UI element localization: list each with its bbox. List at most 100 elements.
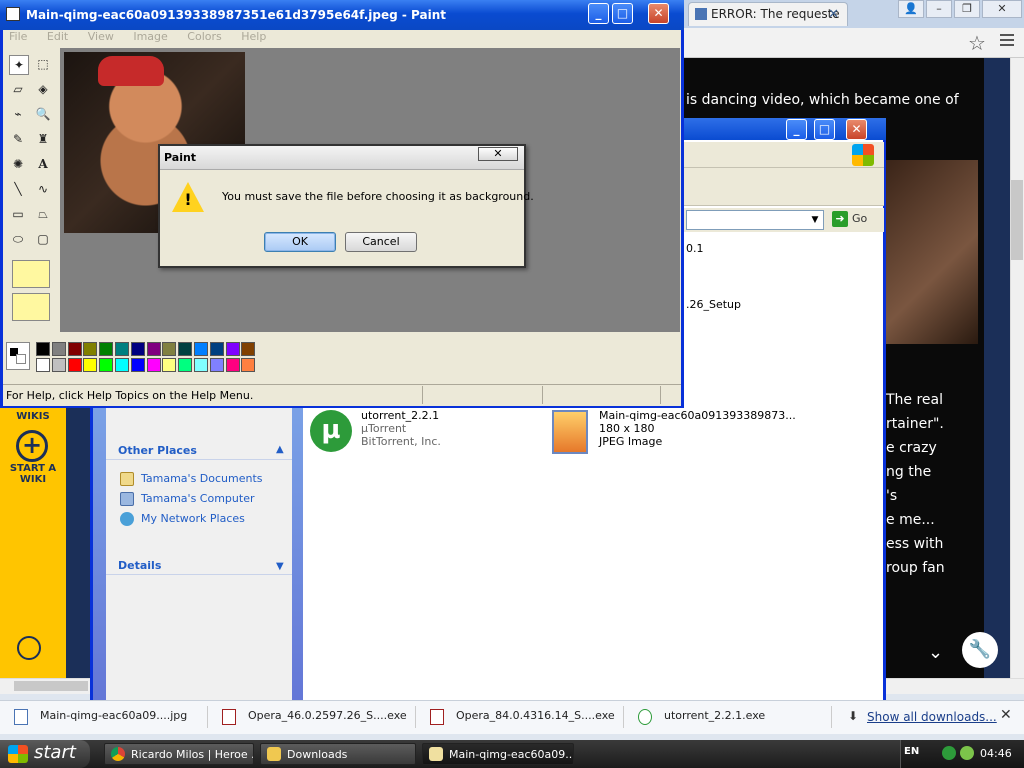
curve-icon[interactable]: ∿ (34, 180, 52, 198)
line-icon[interactable]: ╲ (9, 180, 27, 198)
explorer-maximize-button[interactable]: □ (814, 119, 835, 140)
utorrent-status-icon[interactable] (960, 746, 974, 760)
collapse-icon[interactable]: ▲ (276, 444, 284, 455)
fill-icon[interactable]: ◈ (34, 80, 52, 98)
airbrush-icon[interactable]: ✺ (9, 155, 27, 173)
color-swatch[interactable] (130, 358, 145, 372)
plus-icon[interactable]: + (16, 430, 48, 462)
menu-view[interactable]: View (88, 30, 114, 43)
paint-close-button[interactable]: ✕ (648, 3, 669, 24)
transparent-option-icon[interactable] (12, 293, 50, 321)
color-swatch[interactable] (36, 358, 50, 372)
color-swatch[interactable] (115, 342, 129, 356)
restore-button[interactable]: ❐ (954, 0, 980, 18)
go-button[interactable]: ➜ Go (832, 211, 882, 229)
polygon-icon[interactable]: ⏢ (34, 205, 52, 223)
explorer-minimize-button[interactable]: _ (786, 119, 807, 140)
dialog-close-button[interactable]: ✕ (478, 147, 518, 161)
color-swatch[interactable] (194, 342, 208, 356)
color-swatch[interactable] (209, 358, 224, 372)
start-wiki-label[interactable]: START A WIKI (4, 463, 62, 485)
color-swatch[interactable] (99, 342, 114, 356)
color-swatch[interactable] (83, 342, 98, 356)
brush-icon[interactable]: ♜ (34, 130, 52, 148)
place-link[interactable]: My Network Places (141, 512, 245, 525)
color-swatch[interactable] (162, 342, 177, 356)
menu-image[interactable]: Image (133, 30, 167, 43)
rounded-rect-icon[interactable]: ▢ (34, 230, 52, 248)
page-scrollbar[interactable] (1010, 58, 1024, 678)
color-swatch[interactable] (146, 358, 161, 372)
address-field[interactable] (686, 210, 824, 230)
color-swatch[interactable] (241, 358, 256, 372)
color-swatch[interactable] (67, 358, 82, 372)
place-link[interactable]: Tamama's Computer (141, 492, 255, 505)
explorer-close-button[interactable]: ✕ (846, 119, 867, 140)
rectangle-icon[interactable]: ▭ (9, 205, 27, 223)
color-swatch[interactable] (67, 342, 82, 356)
color-swatch[interactable] (209, 342, 224, 356)
file-name[interactable]: utorrent_2.2.1 (361, 409, 439, 422)
color-swatch[interactable] (51, 358, 66, 372)
color-swatch[interactable] (225, 358, 240, 372)
text-tool-icon[interactable]: A (34, 155, 52, 173)
free-select-icon[interactable]: ✦ (9, 55, 29, 75)
dropdown-arrow-icon[interactable]: ▼ (808, 212, 822, 228)
color-swatch[interactable] (51, 342, 66, 356)
menu-edit[interactable]: Edit (47, 30, 68, 43)
color-swatch[interactable] (194, 358, 208, 372)
close-button[interactable]: ✕ (982, 0, 1022, 18)
color-swatch[interactable] (178, 358, 193, 372)
color-swatch[interactable] (241, 342, 256, 356)
details-heading[interactable]: Details (118, 559, 161, 572)
taskbar-downloads-button[interactable]: Downloads (260, 743, 416, 765)
download-item[interactable]: Opera_84.0.4316.14_S....exe (416, 706, 624, 728)
wikis-label[interactable]: WIKIS (8, 411, 58, 422)
color-swatch[interactable] (162, 358, 177, 372)
color-swatch[interactable] (99, 358, 114, 372)
taskbar-paint-button[interactable]: Main-qimg-eac60a09... (422, 743, 574, 765)
jpeg-file-icon[interactable] (552, 410, 588, 454)
place-link[interactable]: Tamama's Documents (141, 472, 263, 485)
bookmark-star-icon[interactable]: ☆ (968, 31, 986, 55)
taskbar-chrome-button[interactable]: Ricardo Milos | Heroe ... (104, 743, 254, 765)
color-swatch[interactable] (225, 342, 240, 356)
chevron-down-icon[interactable]: ⌄ (928, 642, 943, 663)
color-swatch[interactable] (36, 342, 50, 356)
download-item[interactable]: utorrent_2.2.1.exe (624, 706, 832, 728)
user-icon[interactable] (17, 636, 41, 660)
opaque-option-icon[interactable] (12, 260, 50, 288)
magnifier-icon[interactable]: 🔍 (34, 105, 52, 123)
menu-file[interactable]: File (9, 30, 27, 43)
color-swatch[interactable] (115, 358, 129, 372)
show-all-downloads-link[interactable]: Show all downloads... (867, 710, 997, 724)
color-swatch[interactable] (146, 342, 161, 356)
rect-select-icon[interactable]: ⬚ (34, 55, 52, 73)
download-item[interactable]: Main-qimg-eac60a09....jpg (0, 706, 208, 728)
page-scrollbar-thumb[interactable] (1011, 180, 1023, 260)
ok-button[interactable]: OK (264, 232, 336, 252)
browser-tab[interactable]: ERROR: The requeste ✕ (688, 2, 848, 26)
pencil-icon[interactable]: ✎ (9, 130, 27, 148)
profile-icon[interactable]: 👤 (898, 0, 924, 18)
paint-maximize-button[interactable]: □ (612, 3, 633, 24)
paint-minimize-button[interactable]: _ (588, 3, 609, 24)
menu-icon[interactable] (1000, 34, 1014, 49)
minimize-button[interactable]: – (926, 0, 952, 18)
menu-colors[interactable]: Colors (187, 30, 221, 43)
horizontal-scrollbar-thumb[interactable] (14, 681, 88, 691)
wrench-icon[interactable]: 🔧 (962, 632, 998, 668)
file-name[interactable]: Main-qimg-eac60a091393389873... (599, 409, 796, 422)
color-swatch[interactable] (83, 358, 98, 372)
color-swatch[interactable] (130, 342, 145, 356)
eraser-icon[interactable]: ▱ (9, 80, 27, 98)
downloads-close-icon[interactable]: ✕ (1000, 707, 1012, 723)
other-places-heading[interactable]: Other Places (118, 444, 197, 457)
dialog-titlebar[interactable] (160, 146, 524, 170)
cancel-button[interactable]: Cancel (345, 232, 417, 252)
utorrent-icon[interactable]: µ (310, 410, 352, 452)
expand-icon[interactable]: ▼ (276, 561, 284, 572)
download-item[interactable]: Opera_46.0.2597.26_S....exe (208, 706, 416, 728)
utorrent-tray-icon[interactable] (942, 746, 956, 760)
ellipse-icon[interactable]: ⬭ (9, 230, 27, 248)
